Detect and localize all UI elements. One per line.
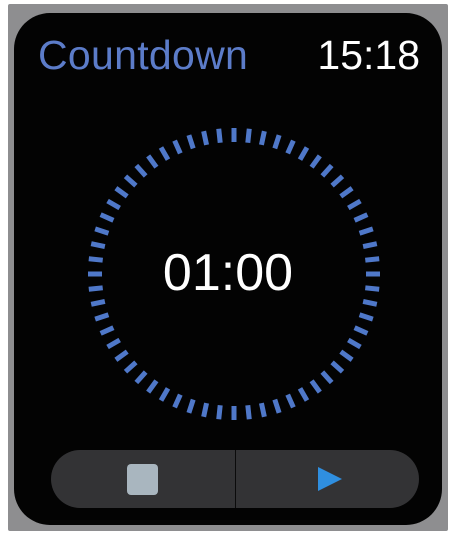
dial-tick — [158, 387, 171, 402]
dial-tick — [285, 393, 296, 409]
dial-tick — [339, 186, 354, 199]
dial-tick — [347, 198, 362, 211]
play-button[interactable] — [236, 450, 420, 508]
dial-tick — [134, 370, 148, 385]
timer-readout: 01:00 — [162, 244, 294, 302]
watch-screen: Countdown 15:18 01:00 — [14, 13, 442, 525]
dial-tick — [297, 146, 310, 161]
dial-tick — [245, 128, 252, 143]
control-bar — [51, 450, 419, 508]
dial-tick — [114, 349, 129, 362]
dial-tick — [258, 402, 267, 418]
dial-tick — [330, 174, 345, 188]
dial-tick — [358, 226, 374, 236]
dial-tick — [216, 128, 223, 143]
dial-tick — [186, 398, 196, 414]
stop-icon — [127, 463, 159, 495]
dial-tick — [353, 325, 369, 336]
dial-tick — [123, 174, 138, 188]
dial-tick — [172, 139, 183, 155]
dial-tick — [106, 198, 121, 211]
dial-tick — [285, 139, 296, 155]
dial-tick — [347, 337, 362, 350]
dial-tick — [106, 337, 121, 350]
dial-tick — [320, 163, 334, 178]
dial-tick — [320, 370, 334, 385]
dial-tick — [90, 298, 106, 307]
dial-tick — [94, 226, 110, 236]
dial-tick — [245, 405, 252, 420]
dial-tick — [309, 379, 322, 394]
dial-tick — [158, 146, 171, 161]
dial-tick — [146, 379, 159, 394]
dial-tick — [201, 402, 210, 418]
stop-button[interactable] — [51, 450, 235, 508]
dial-tick — [330, 360, 345, 374]
dial-tick — [123, 360, 138, 374]
dial-tick — [186, 134, 196, 150]
dial-tick — [358, 312, 374, 322]
dial-tick — [146, 154, 159, 169]
dial-tick — [216, 405, 223, 420]
dial-tick — [172, 393, 183, 409]
dial-tick — [339, 349, 354, 362]
dial-tick — [272, 134, 282, 150]
play-icon — [318, 467, 343, 491]
dial-tick — [297, 387, 310, 402]
dial-tick — [114, 186, 129, 199]
dial-tick — [353, 212, 369, 223]
dial-tick — [272, 398, 282, 414]
dial-tick — [134, 163, 148, 178]
dial-tick — [99, 212, 115, 223]
dial-tick — [201, 130, 210, 146]
dial-tick — [309, 154, 322, 169]
dial-tick — [258, 130, 267, 146]
dial-tick — [362, 298, 378, 307]
dial-tick — [94, 312, 110, 322]
dial-tick — [99, 325, 115, 336]
